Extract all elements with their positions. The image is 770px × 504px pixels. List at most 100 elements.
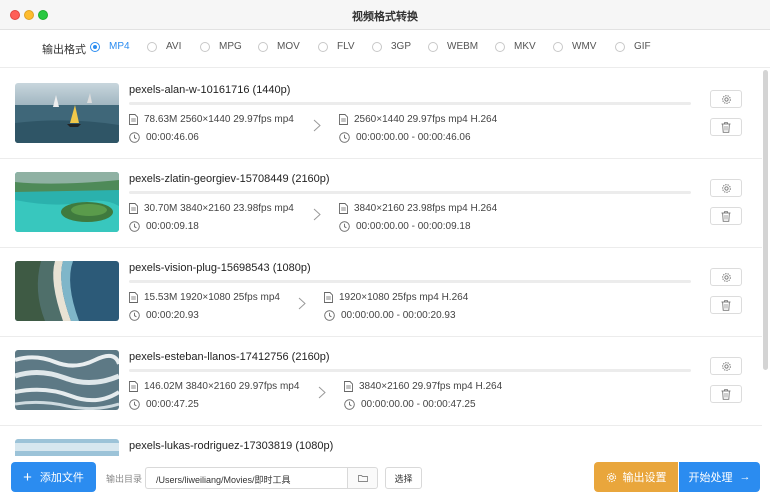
delete-file-button[interactable]	[710, 296, 742, 314]
clock-icon	[339, 132, 350, 143]
file-icon	[129, 292, 138, 303]
output-settings-button[interactable]: 输出设置	[594, 462, 678, 492]
format-radio[interactable]	[90, 41, 100, 52]
file-settings-button[interactable]	[710, 268, 742, 286]
gear-icon	[721, 361, 731, 371]
gear-icon	[721, 94, 731, 104]
file-icon	[324, 292, 333, 303]
file-name: pexels-vision-plug-15698543 (1080p)	[129, 262, 311, 274]
file-icon	[129, 381, 138, 392]
format-radio[interactable]	[553, 41, 563, 52]
format-radio[interactable]	[428, 41, 438, 52]
format-option-mpg[interactable]: MPG	[200, 41, 242, 52]
format-radio[interactable]	[495, 41, 505, 52]
format-option-label: 3GP	[391, 41, 412, 52]
choose-dir-button[interactable]: 选择	[385, 467, 422, 489]
format-option-flv[interactable]: FLV	[318, 41, 355, 52]
delete-file-button[interactable]	[710, 385, 742, 403]
output-info-text: 3840×2160 23.98fps mp4 H.264	[354, 203, 498, 214]
convert-arrow	[318, 386, 326, 402]
file-row[interactable]: pexels-alan-w-10161716 (1440p) 78.63M 256…	[0, 70, 762, 159]
file-icon	[339, 114, 348, 125]
progress-bar	[129, 191, 691, 194]
format-option-label: FLV	[337, 41, 355, 52]
source-duration-text: 00:00:20.93	[146, 310, 199, 321]
format-radio[interactable]	[200, 41, 210, 52]
format-option-3gp[interactable]: 3GP	[372, 41, 411, 52]
video-thumbnail	[15, 350, 119, 410]
source-duration: 00:00:47.25	[129, 399, 199, 410]
window-title: 视频格式转换	[352, 11, 418, 23]
source-info: 146.02M 3840×2160 29.97fps mp4	[129, 381, 299, 392]
clock-icon	[324, 310, 335, 321]
plus-icon: +	[23, 468, 32, 486]
source-info-text: 78.63M 2560×1440 29.97fps mp4	[144, 114, 294, 125]
delete-file-button[interactable]	[710, 207, 742, 225]
source-duration-text: 00:00:47.25	[146, 399, 199, 410]
clock-icon	[339, 221, 350, 232]
output-range: 00:00:00.00 - 00:00:47.25	[344, 399, 476, 410]
convert-arrow	[313, 119, 321, 135]
output-range-text: 00:00:00.00 - 00:00:47.25	[361, 399, 476, 410]
file-settings-button[interactable]	[710, 357, 742, 375]
format-option-label: GIF	[634, 41, 651, 52]
format-radio[interactable]	[318, 41, 328, 52]
delete-file-button[interactable]	[710, 118, 742, 136]
file-row[interactable]: pexels-zlatin-georgiev-15708449 (2160p) 3…	[0, 159, 762, 248]
format-radio[interactable]	[615, 41, 625, 52]
chevron-right-icon	[318, 386, 326, 399]
file-row[interactable]: pexels-esteban-llanos-17412756 (2160p) 14…	[0, 337, 762, 426]
output-dir-label: 输出目录	[106, 474, 143, 484]
output-range-text: 00:00:00.00 - 00:00:46.06	[356, 132, 471, 143]
scrollbar[interactable]	[763, 70, 768, 370]
format-option-label: WMV	[572, 41, 597, 52]
file-icon	[129, 203, 138, 214]
format-option-label: MP4	[109, 41, 130, 52]
output-range: 00:00:00.00 - 00:00:46.06	[339, 132, 471, 143]
video-thumbnail	[15, 261, 119, 321]
open-folder-button[interactable]	[347, 467, 378, 489]
format-option-mp4[interactable]: MP4	[90, 41, 130, 52]
output-info-text: 1920×1080 25fps mp4 H.264	[339, 292, 469, 303]
chevron-right-icon	[298, 297, 306, 310]
clock-icon	[344, 399, 355, 410]
output-format-bar: 输出格式 MP4 AVI MPG MOV FLV 3GP WEBM MKV WMV GIF	[0, 30, 770, 68]
format-option-mkv[interactable]: MKV	[495, 41, 536, 52]
output-info: 3840×2160 23.98fps mp4 H.264	[339, 203, 497, 214]
output-info: 2560×1440 29.97fps mp4 H.264	[339, 114, 497, 125]
clock-icon	[129, 221, 140, 232]
output-path-field[interactable]: /Users/liweiliang/Movies/即时工具	[145, 467, 347, 489]
file-icon	[344, 381, 353, 392]
format-radio[interactable]	[372, 41, 382, 52]
format-option-avi[interactable]: AVI	[147, 41, 181, 52]
source-info: 15.53M 1920×1080 25fps mp4	[129, 292, 280, 303]
format-option-mov[interactable]: MOV	[258, 41, 300, 52]
format-option-wmv[interactable]: WMV	[553, 41, 596, 52]
format-radio[interactable]	[147, 41, 157, 52]
progress-bar	[129, 280, 691, 283]
file-name: pexels-lukas-rodriguez-17303819 (1080p)	[129, 440, 334, 452]
clock-icon	[129, 310, 140, 321]
file-row[interactable]: pexels-vision-plug-15698543 (1080p) 15.53…	[0, 248, 762, 337]
output-format-label: 输出格式	[42, 44, 86, 56]
file-settings-button[interactable]	[710, 90, 742, 108]
format-option-webm[interactable]: WEBM	[428, 41, 478, 52]
add-file-button[interactable]: + 添加文件	[11, 462, 96, 492]
format-radio[interactable]	[258, 41, 268, 52]
gear-icon	[721, 183, 731, 193]
file-name: pexels-esteban-llanos-17412756 (2160p)	[129, 351, 330, 363]
file-list: pexels-alan-w-10161716 (1440p) 78.63M 256…	[0, 70, 770, 456]
format-option-gif[interactable]: GIF	[615, 41, 651, 52]
output-info-text: 2560×1440 29.97fps mp4 H.264	[354, 114, 498, 125]
file-settings-button[interactable]	[710, 179, 742, 197]
output-settings-label: 输出设置	[622, 472, 667, 484]
file-row[interactable]: pexels-lukas-rodriguez-17303819 (1080p)	[0, 426, 762, 456]
gear-icon	[721, 272, 731, 282]
trash-icon	[721, 121, 731, 133]
start-processing-button[interactable]: 开始处理 →	[679, 462, 760, 492]
add-file-label: 添加文件	[39, 472, 84, 484]
trash-icon	[721, 388, 731, 400]
progress-bar	[129, 369, 691, 372]
folder-icon	[357, 475, 368, 482]
chevron-right-icon	[313, 119, 321, 132]
